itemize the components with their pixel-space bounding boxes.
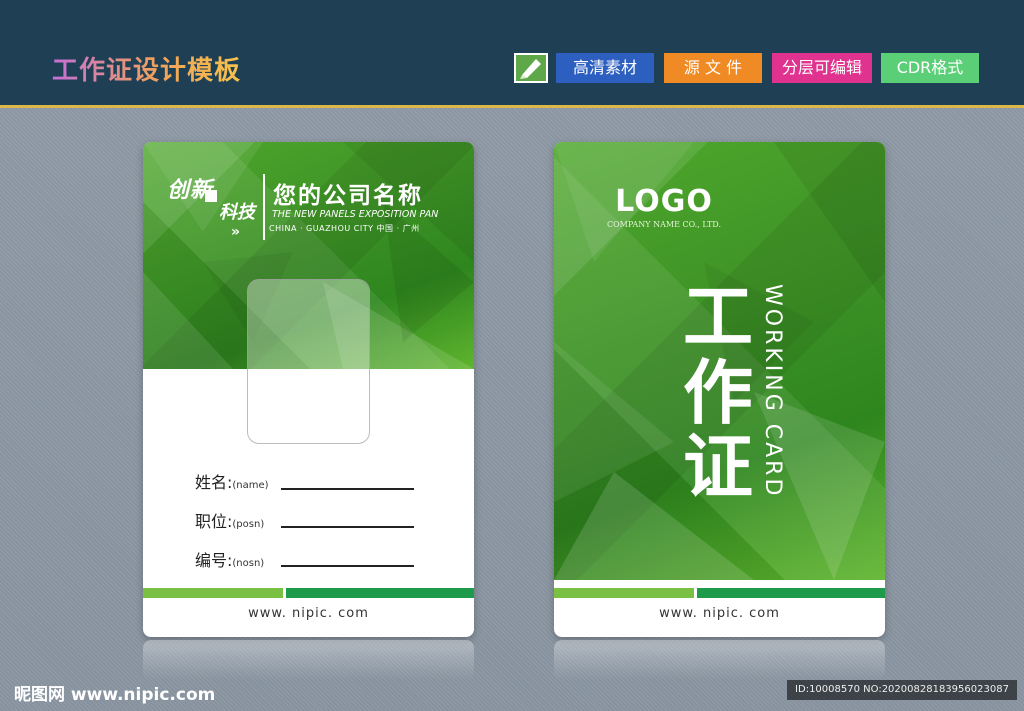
tag-cdr-format: CDR格式 [881,53,979,83]
field-number: 编号:(nosn) [195,547,264,571]
field-position-label: 职位: [195,512,233,531]
logo-text: LOGO [615,184,713,219]
brand-divider [263,174,265,240]
id-card-front: 创新 科技 » 您的公司名称 THE NEW PANELS EXPOSITION… [143,142,474,637]
field-number-label: 编号: [195,551,233,570]
logo-company-name: COMPANY NAME CO., LTD. [607,220,721,229]
back-bar-dark [697,588,885,598]
id-card-back: LOGO COMPANY NAME CO., LTD. 工 作 证 WORKIN… [554,142,885,637]
company-name: 您的公司名称 [273,183,423,209]
big-char-2: 作 [683,352,753,434]
field-position-hint: (posn) [232,519,265,530]
field-name-line [281,488,414,490]
photo-placeholder [247,279,370,444]
tag-hd-material: 高清素材 [556,53,654,83]
brand-arrows: » [231,224,241,240]
company-city: CHINA · GUAZHOU CITY 中国 · 广州 [269,224,420,233]
field-position: 职位:(posn) [195,508,264,532]
company-english-name: THE NEW PANELS EXPOSITION PAN [272,209,439,220]
field-name-hint: (name) [232,480,269,491]
brand-mark-icon [205,190,217,202]
front-bar-light [143,588,283,598]
big-char-1: 工 [683,276,753,358]
front-bar-dark [286,588,474,598]
front-website: www. nipic. com [248,606,369,621]
back-reflection [554,640,885,680]
field-name-label: 姓名: [195,473,233,492]
working-card-vertical-text: WORKING CARD [760,284,785,499]
pen-tool-icon [514,53,548,83]
back-green-panel: LOGO COMPANY NAME CO., LTD. 工 作 证 WORKIN… [554,142,885,580]
big-char-3: 证 [683,426,753,508]
tag-layered-editable: 分层可编辑 [772,53,872,83]
page-title: 工作证设计模板 [52,50,241,87]
tag-source-file: 源 文 件 [664,53,762,83]
image-id-label: ID:10008570 NO:20200828183956023087 [787,680,1017,700]
field-name: 姓名:(name) [195,469,269,493]
field-number-hint: (nosn) [232,558,265,569]
back-website: www. nipic. com [659,606,780,621]
field-number-line [281,565,414,567]
watermark-text: 昵图网 www.nipic.com [14,685,216,705]
back-white-strip [554,580,885,588]
back-bar-light [554,588,694,598]
front-reflection [143,640,474,680]
field-position-line [281,526,414,528]
brand-name-line2: 科技 [219,202,255,223]
header-bar: 工作证设计模板 高清素材 源 文 件 分层可编辑 CDR格式 [0,0,1024,108]
